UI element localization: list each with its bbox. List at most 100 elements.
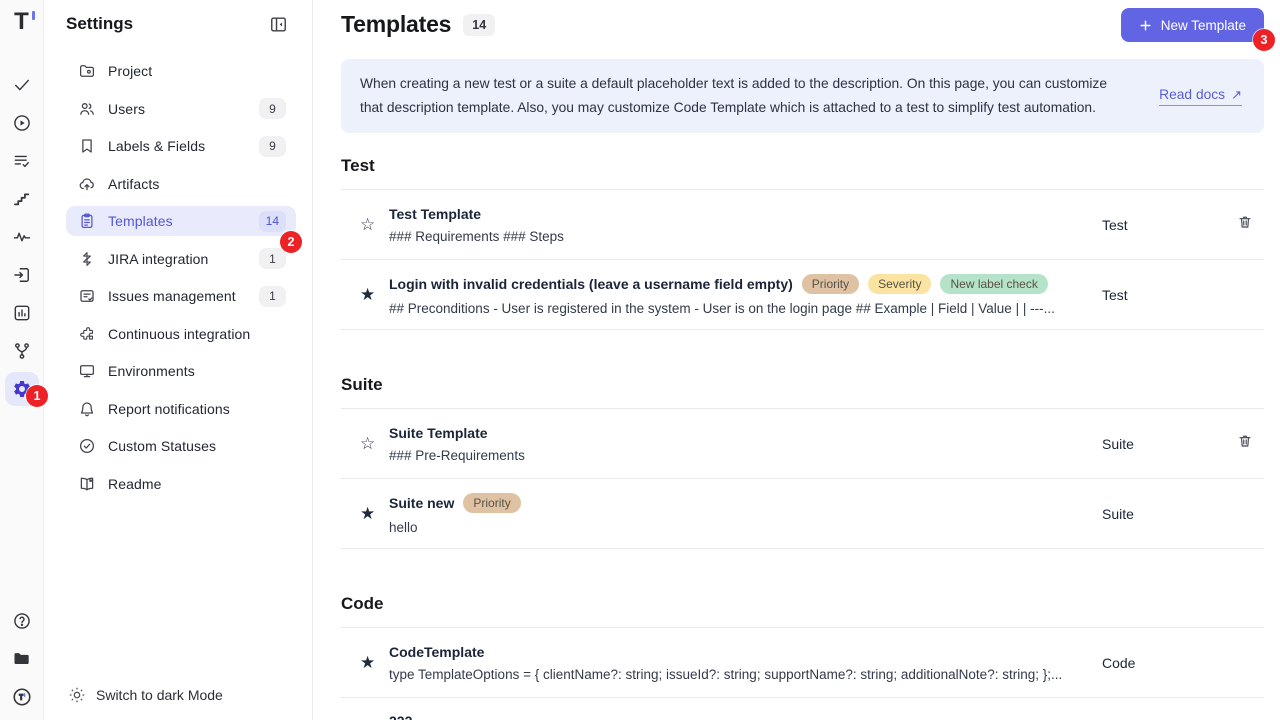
template-row[interactable]: ☆Test Template### Requirements ### Steps…: [341, 190, 1264, 260]
help-circle-icon[interactable]: [5, 604, 39, 638]
template-row-content: CodeTemplate type TemplateOptions = { cli…: [389, 644, 1102, 682]
sidebar-item-label: Continuous integration: [108, 326, 286, 342]
sidebar-item-report-notifications[interactable]: Report notifications: [66, 394, 296, 424]
sidebar-item-label: Issues management: [108, 288, 259, 304]
template-row[interactable]: ★Suite newPriorityhelloSuite: [341, 479, 1264, 549]
new-template-button[interactable]: New Template: [1121, 8, 1264, 42]
sidebar-item-jira-integration[interactable]: JIRA integration1: [66, 244, 296, 274]
template-title: Suite new: [389, 495, 454, 511]
sidebar-item-labels-fields[interactable]: Labels & Fields9: [66, 131, 296, 161]
template-description: hello: [389, 520, 1082, 535]
sidebar-item-count-badge: 9: [259, 98, 286, 119]
template-description: ### Pre-Requirements: [389, 448, 1082, 463]
template-description: ### Requirements ### Steps: [389, 229, 1082, 244]
templates-count-badge: 14: [463, 14, 495, 36]
template-type-label: Code: [1102, 655, 1226, 671]
template-section-test: Test☆Test Template### Requirements ### S…: [341, 156, 1264, 330]
dark-mode-toggle[interactable]: Switch to dark Mode: [44, 670, 312, 720]
template-row[interactable]: ☆222test(`should send header ${header} w…: [341, 698, 1264, 720]
jira-icon: [78, 250, 96, 268]
folder-icon[interactable]: [5, 642, 39, 676]
template-title-line: Suite newPriority: [389, 493, 1082, 513]
bell-icon: [78, 400, 96, 418]
template-sections: Test☆Test Template### Requirements ### S…: [341, 156, 1264, 720]
play-circle-icon[interactable]: [5, 106, 39, 140]
steps-icon[interactable]: [5, 182, 39, 216]
section-title: Test: [341, 156, 1264, 190]
sidebar-item-artifacts[interactable]: Artifacts: [66, 169, 296, 199]
read-docs-link[interactable]: Read docs ↗: [1159, 87, 1242, 106]
template-type-label: Test: [1102, 217, 1226, 233]
check-circle-icon: [78, 437, 96, 455]
sidebar-title: Settings: [66, 14, 133, 34]
template-row-content: 222test(`should send header ${header} wi…: [389, 713, 1102, 720]
clipboard-icon: [78, 212, 96, 230]
template-title: Login with invalid credentials (leave a …: [389, 276, 793, 292]
template-title: CodeTemplate: [389, 644, 484, 660]
collapse-sidebar-icon[interactable]: [269, 15, 288, 34]
annotation-step-1: 1: [26, 385, 48, 407]
template-description: type TemplateOptions = { clientName?: st…: [389, 667, 1082, 682]
sidebar-item-project[interactable]: Project: [66, 56, 296, 86]
sidebar-item-label: Labels & Fields: [108, 138, 259, 154]
sidebar-item-custom-statuses[interactable]: Custom Statuses: [66, 431, 296, 461]
template-row[interactable]: ★ CodeTemplate type TemplateOptions = { cl…: [341, 628, 1264, 698]
star-filled-icon[interactable]: ★: [360, 654, 375, 671]
check-icon[interactable]: [5, 68, 39, 102]
app-logo-letter: T: [14, 8, 29, 35]
monitor-icon: [78, 362, 96, 380]
trash-icon[interactable]: [1237, 214, 1253, 235]
project-folder-icon: [78, 62, 96, 80]
star-filled-icon[interactable]: ★: [360, 286, 375, 303]
sidebar-item-users[interactable]: Users9: [66, 94, 296, 124]
sidebar-item-environments[interactable]: Environments: [66, 356, 296, 386]
logo-circle-icon[interactable]: [5, 680, 39, 714]
sidebar-item-label: Artifacts: [108, 176, 286, 192]
bar-chart-icon[interactable]: [5, 296, 39, 330]
label-tag: Severity: [868, 274, 931, 294]
template-row-content: Login with invalid credentials (leave a …: [389, 274, 1102, 316]
template-title: 222: [389, 713, 412, 720]
star-outline-icon[interactable]: ☆: [360, 435, 375, 452]
template-title-line: Login with invalid credentials (leave a …: [389, 274, 1082, 294]
import-icon[interactable]: [5, 258, 39, 292]
annotation-step-3: 3: [1253, 29, 1275, 51]
label-tag: New label check: [940, 274, 1047, 294]
plus-icon: [1139, 19, 1152, 32]
rail-nav: [5, 68, 39, 410]
template-row[interactable]: ☆Suite Template### Pre-RequirementsSuite: [341, 409, 1264, 479]
sidebar-item-readme[interactable]: Readme: [66, 469, 296, 499]
list-check-icon[interactable]: [5, 144, 39, 178]
template-title-line: CodeTemplate: [389, 644, 1082, 660]
sidebar-item-continuous-integration[interactable]: Continuous integration: [66, 319, 296, 349]
sidebar-item-label: Environments: [108, 363, 286, 379]
sidebar-item-count-badge: 1: [259, 286, 286, 307]
template-title-line: Suite Template: [389, 425, 1082, 441]
trash-column: [1226, 433, 1264, 454]
trash-icon[interactable]: [1237, 433, 1253, 454]
sidebar-item-issues-management[interactable]: Issues management1: [66, 281, 296, 311]
sidebar-item-templates[interactable]: Templates14: [66, 206, 296, 236]
info-banner: When creating a new test or a suite a de…: [341, 59, 1264, 133]
star-outline-icon[interactable]: ☆: [360, 216, 375, 233]
app-logo[interactable]: T: [14, 10, 29, 34]
branch-icon[interactable]: [5, 334, 39, 368]
template-description: ## Preconditions - User is registered in…: [389, 301, 1082, 316]
banner-text: When creating a new test or a suite a de…: [360, 72, 1129, 120]
sidebar-item-label: Custom Statuses: [108, 438, 286, 454]
label-icon: [78, 137, 96, 155]
page-title: Templates: [341, 11, 451, 38]
sidebar-item-count-badge: 9: [259, 136, 286, 157]
dark-mode-label: Switch to dark Mode: [96, 687, 223, 703]
star-filled-icon[interactable]: ★: [360, 505, 375, 522]
template-row-content: Suite newPriority hello: [389, 493, 1102, 535]
template-type-label: Test: [1102, 287, 1226, 303]
star-column: ☆: [341, 216, 389, 233]
puzzle-icon: [78, 325, 96, 343]
sidebar-item-count-badge: 1: [259, 248, 286, 269]
pulse-icon[interactable]: [5, 220, 39, 254]
external-link-icon: ↗: [1231, 87, 1242, 103]
template-row[interactable]: ★ Login with invalid credentials (leave a…: [341, 260, 1264, 330]
sidebar-menu: ProjectUsers9Labels & Fields9ArtifactsTe…: [44, 56, 312, 506]
star-column: ★: [341, 286, 389, 303]
